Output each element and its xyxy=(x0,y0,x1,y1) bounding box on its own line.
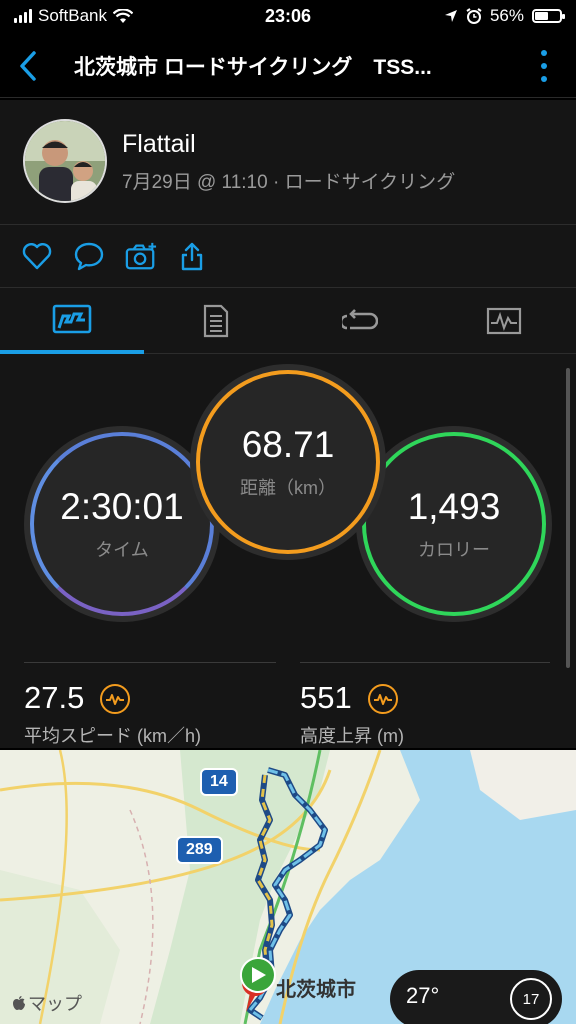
activity-card: Flattail 7月29日 @ 11:10 · ロードサイクリング 2:30:… xyxy=(0,100,576,748)
tab-bar xyxy=(0,288,576,354)
nav-bar: 北茨城市 ロードサイクリング TSS... xyxy=(0,34,576,98)
route-289-badge: 289 xyxy=(176,836,223,864)
distance-label: 距離（km） xyxy=(240,478,336,498)
profile-header: Flattail 7月29日 @ 11:10 · ロードサイクリング xyxy=(0,100,576,225)
details-icon xyxy=(203,304,229,338)
more-options-button[interactable] xyxy=(532,48,556,84)
like-button[interactable] xyxy=(21,240,53,272)
time-ring[interactable]: 2:30:01 タイム xyxy=(30,432,214,616)
route-14-badge: 14 xyxy=(200,768,238,796)
status-right: 56% xyxy=(444,6,565,26)
wind-speed: 17 xyxy=(522,990,540,1008)
user-name[interactable]: Flattail xyxy=(122,130,196,159)
distance-ring[interactable]: 68.71 距離（km） xyxy=(196,370,380,554)
chart-icon xyxy=(486,307,522,335)
pulse-icon xyxy=(368,684,398,714)
alarm-icon xyxy=(466,8,482,24)
calories-label: カロリー xyxy=(418,540,490,560)
calories-ring[interactable]: 1,493 カロリー xyxy=(362,432,546,616)
share-icon xyxy=(181,242,203,271)
tab-details[interactable] xyxy=(144,288,288,354)
status-bar: SoftBank 23:06 56% xyxy=(0,0,576,34)
overview-icon xyxy=(52,304,92,334)
chevron-left-icon xyxy=(20,51,36,81)
elevation-value: 551 xyxy=(300,680,352,715)
tab-laps[interactable] xyxy=(288,288,432,354)
add-photo-button[interactable] xyxy=(125,240,157,272)
battery-icon xyxy=(532,9,565,23)
calories-value: 1,493 xyxy=(407,486,501,527)
share-button[interactable] xyxy=(176,240,208,272)
weather-widget[interactable]: 27° 17 xyxy=(390,970,562,1024)
time-value: 2:30:01 xyxy=(60,486,184,527)
elevation-label: 高度上昇 (m) xyxy=(300,726,404,746)
maps-attribution: マップ xyxy=(12,990,82,1016)
avg-speed-label: 平均スピード (km／h) xyxy=(24,726,201,746)
time-label: タイム xyxy=(95,540,149,560)
tab-charts[interactable] xyxy=(432,288,576,354)
activity-meta: 7月29日 @ 11:10 · ロードサイクリング xyxy=(122,172,456,193)
route-map[interactable]: 14 289 北茨城市 マップ 27° 17 xyxy=(0,750,576,1024)
apple-logo-icon xyxy=(13,996,25,1010)
tab-overview[interactable] xyxy=(0,288,144,354)
maps-label: マップ xyxy=(28,994,82,1014)
laps-icon xyxy=(342,309,378,330)
city-label: 北茨城市 xyxy=(276,979,356,1001)
comment-icon xyxy=(74,242,104,271)
heart-icon xyxy=(22,243,52,270)
scroll-indicator[interactable] xyxy=(566,368,570,668)
wind-compass-icon: 17 xyxy=(510,978,552,1020)
distance-value: 68.71 xyxy=(241,424,335,465)
action-bar xyxy=(0,226,576,288)
comment-button[interactable] xyxy=(73,240,105,272)
back-button[interactable] xyxy=(8,46,48,86)
location-icon xyxy=(444,10,457,22)
battery-percent: 56% xyxy=(489,6,524,25)
pulse-icon xyxy=(100,684,130,714)
metrics-area: 2:30:01 タイム 1,493 カロリー 68.71 距離（km） 27.5… xyxy=(0,356,576,748)
avg-speed-value: 27.5 xyxy=(24,680,85,715)
avatar[interactable] xyxy=(23,119,107,203)
temperature: 27° xyxy=(406,983,440,1008)
page-title: 北茨城市 ロードサイクリング TSS... xyxy=(74,56,432,79)
camera-icon xyxy=(125,242,157,270)
